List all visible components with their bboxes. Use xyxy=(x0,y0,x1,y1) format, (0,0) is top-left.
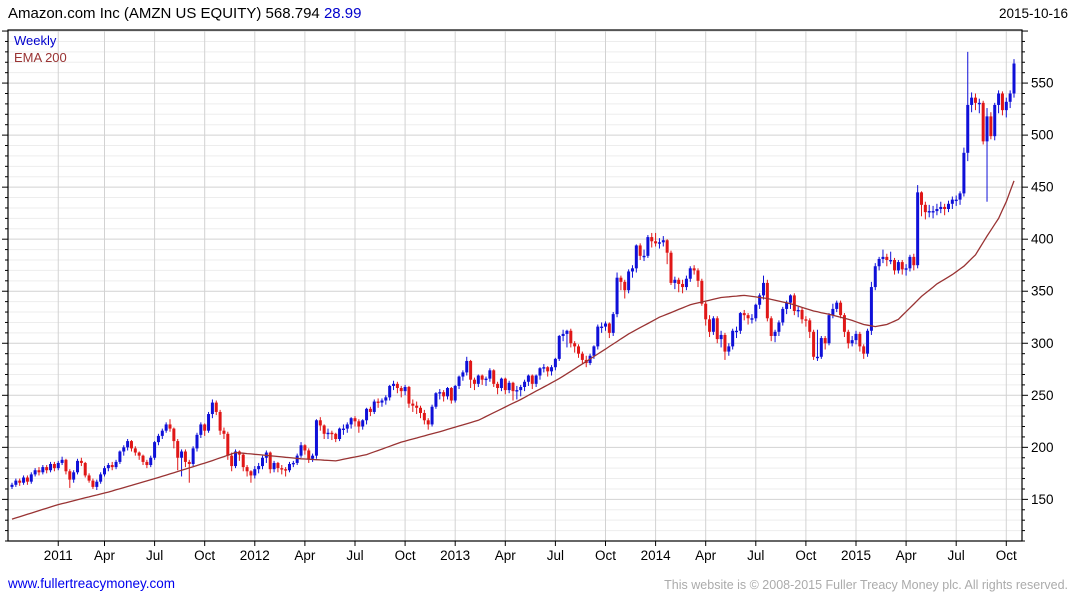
svg-text:2011: 2011 xyxy=(44,548,73,563)
svg-text:150: 150 xyxy=(1031,492,1054,507)
svg-text:2013: 2013 xyxy=(440,548,470,563)
svg-text:350: 350 xyxy=(1031,284,1054,299)
price-chart-canvas[interactable]: 150 200 250 300 350 400 450 500 550 2011 Apr Jul Oct… xyxy=(0,0,1075,600)
svg-text:Apr: Apr xyxy=(294,548,316,563)
website-link[interactable]: www.fullertreacymoney.com xyxy=(8,576,175,591)
svg-text:Jul: Jul xyxy=(948,548,965,563)
svg-text:300: 300 xyxy=(1031,336,1054,351)
svg-text:Jul: Jul xyxy=(146,548,163,563)
svg-text:550: 550 xyxy=(1031,76,1054,91)
svg-text:Apr: Apr xyxy=(695,548,717,563)
svg-text:Apr: Apr xyxy=(94,548,116,563)
svg-text:2015: 2015 xyxy=(841,548,871,563)
svg-text:Oct: Oct xyxy=(395,548,416,563)
svg-text:400: 400 xyxy=(1031,232,1054,247)
legend-ema-label: EMA 200 xyxy=(14,50,67,65)
svg-text:Apr: Apr xyxy=(495,548,517,563)
svg-text:Oct: Oct xyxy=(795,548,816,563)
svg-text:200: 200 xyxy=(1031,440,1054,455)
svg-text:450: 450 xyxy=(1031,180,1054,195)
copyright-text: This website is © 2008-2015 Fuller Treac… xyxy=(664,578,1068,592)
svg-text:Jul: Jul xyxy=(747,548,764,563)
svg-text:2012: 2012 xyxy=(240,548,270,563)
chart-window: Amazon.com Inc (AMZN US EQUITY) 568.794 … xyxy=(0,0,1075,600)
svg-text:Oct: Oct xyxy=(595,548,616,563)
svg-text:Jul: Jul xyxy=(346,548,363,563)
legend-weekly-label: Weekly xyxy=(14,33,57,48)
svg-text:Apr: Apr xyxy=(896,548,918,563)
svg-text:250: 250 xyxy=(1031,388,1054,403)
svg-text:Oct: Oct xyxy=(194,548,215,563)
svg-text:2014: 2014 xyxy=(641,548,672,563)
svg-text:Oct: Oct xyxy=(996,548,1017,563)
svg-text:500: 500 xyxy=(1031,128,1054,143)
svg-text:Jul: Jul xyxy=(547,548,564,563)
